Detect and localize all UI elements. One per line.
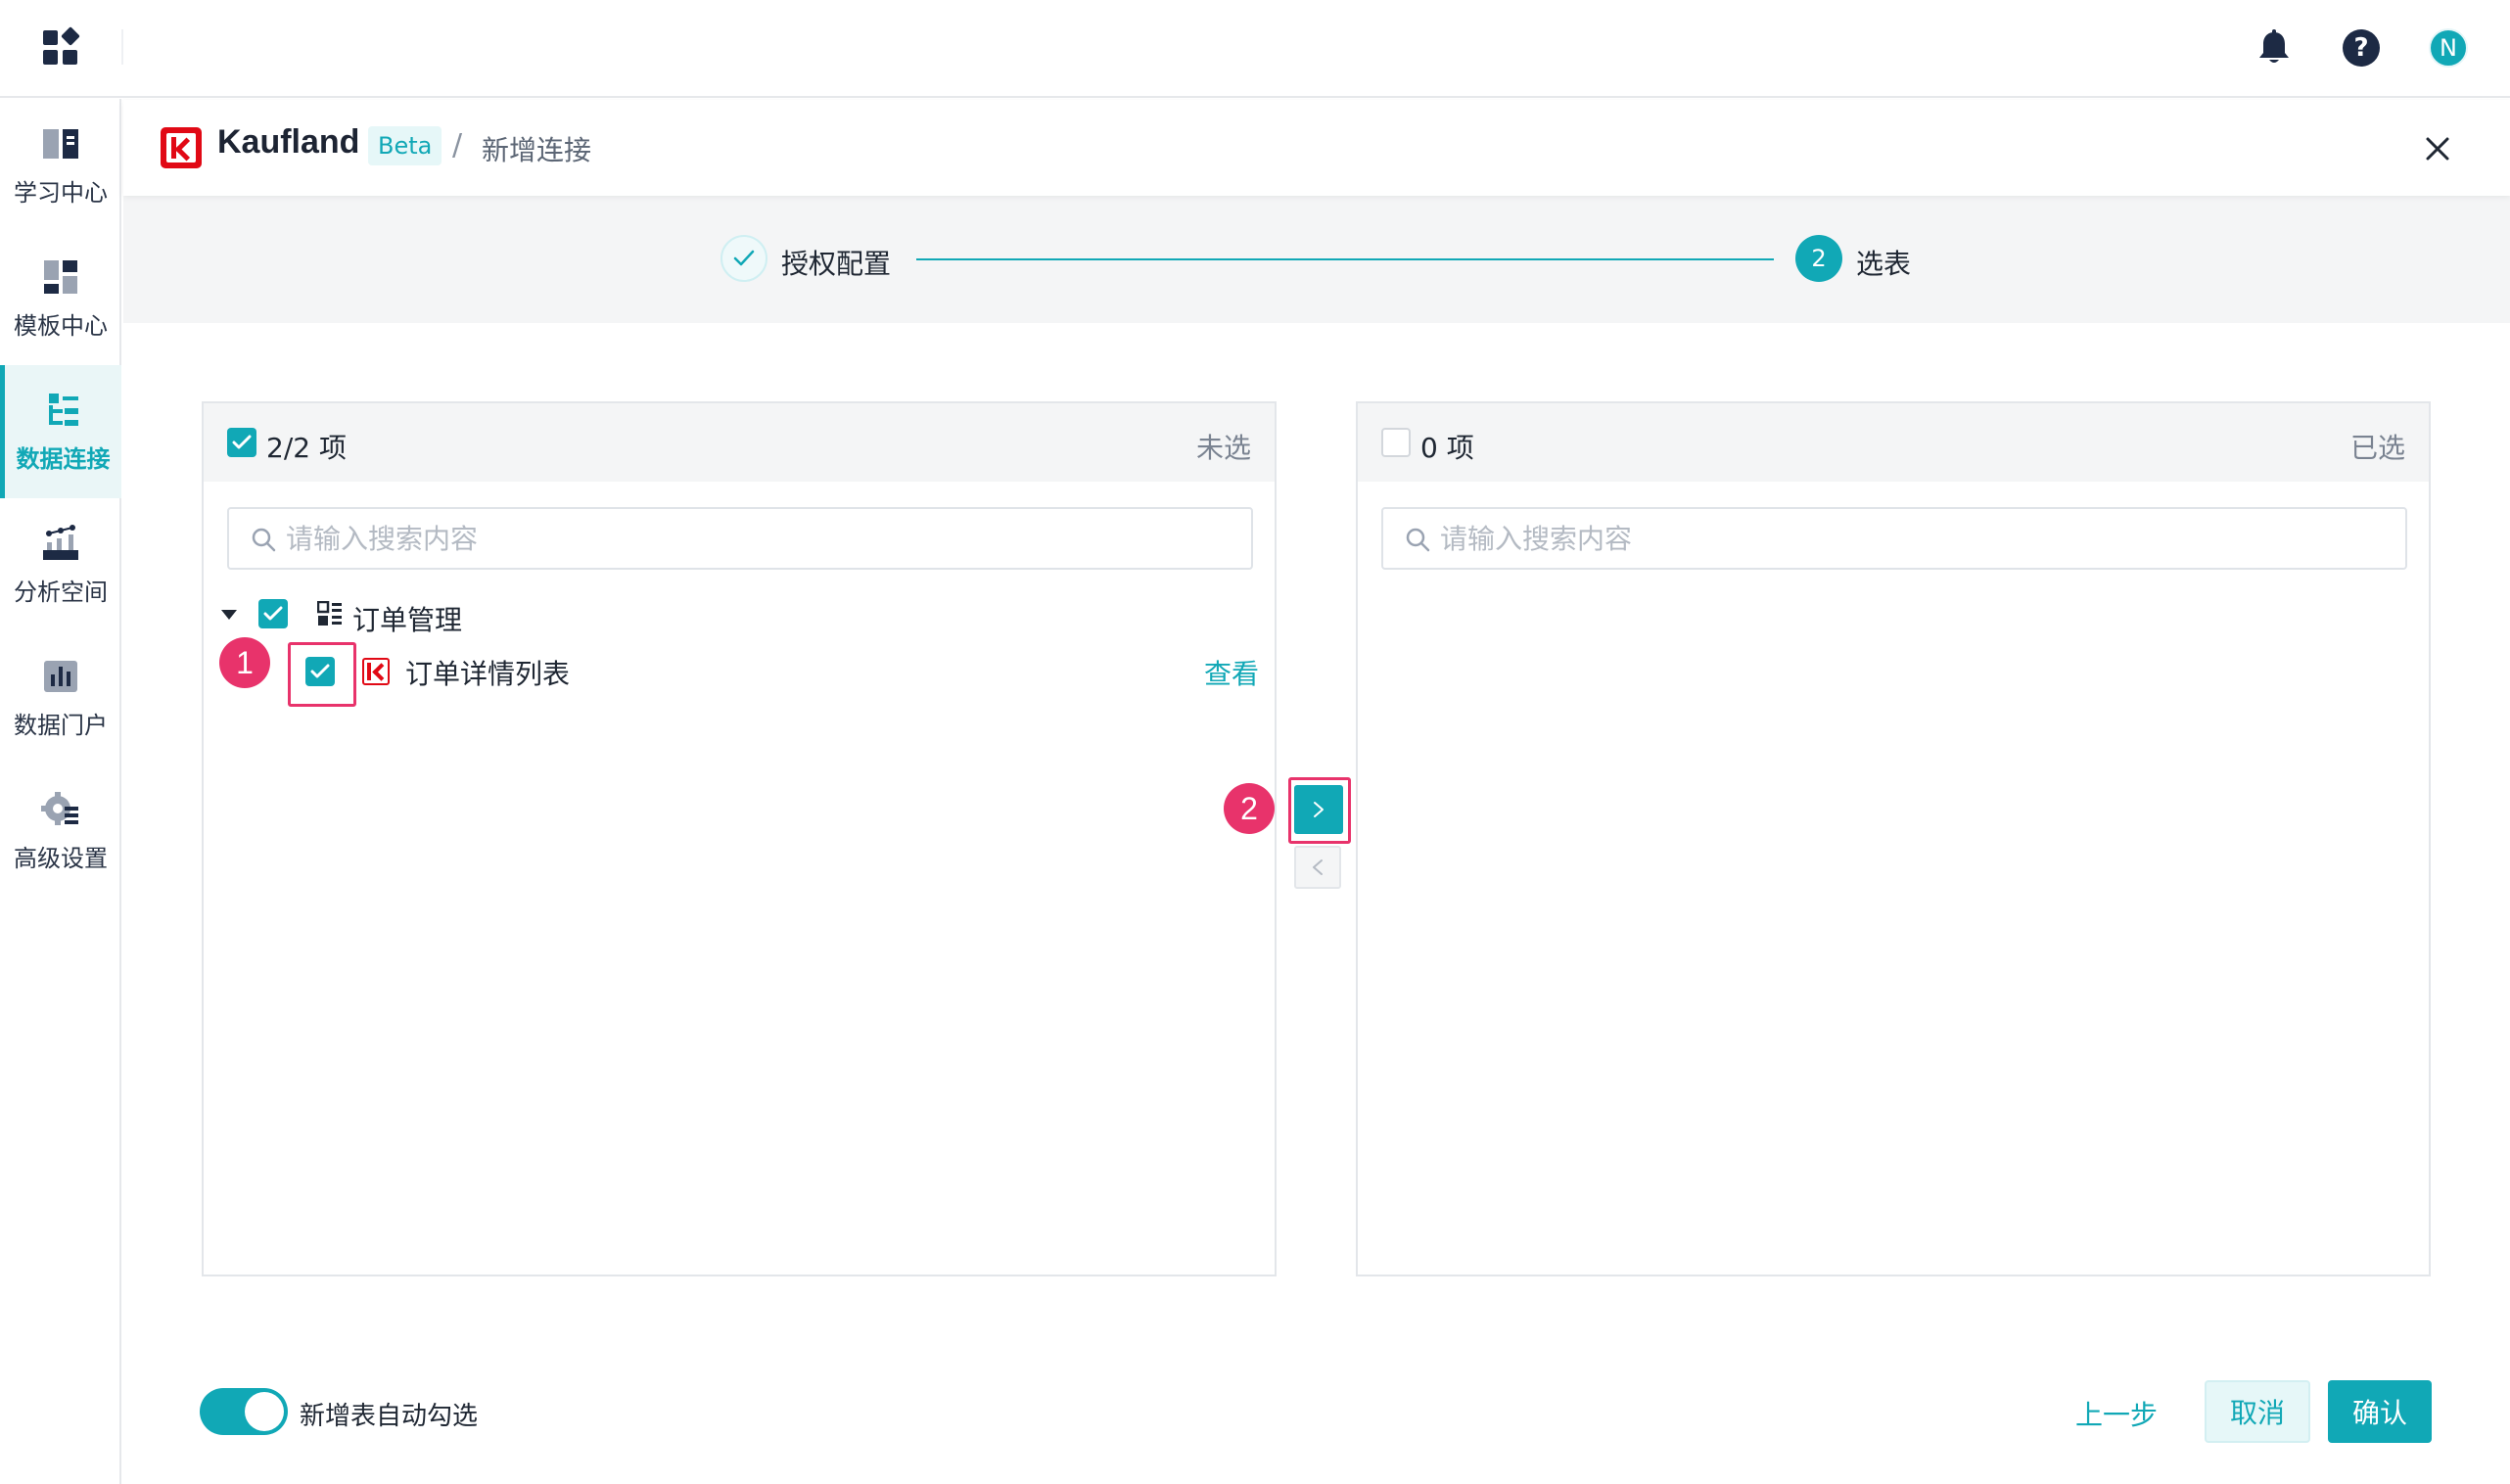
step-connector-line [916, 258, 1774, 260]
view-link[interactable]: 查看 [1204, 653, 1259, 692]
group-label[interactable]: 订单管理 [352, 599, 462, 638]
item-count: 0 项 [1420, 432, 1474, 464]
auto-select-toggle[interactable] [200, 1388, 288, 1435]
search-icon [252, 528, 276, 552]
bar-chart-icon [41, 657, 80, 696]
sidebar-item-advanced-settings[interactable]: 高级设置 [0, 765, 121, 898]
analysis-icon [41, 524, 80, 563]
step-indicator: 授权配置 2 选表 [123, 196, 2510, 323]
chevron-left-icon [1313, 859, 1323, 875]
annotation-marker-1: 1 [219, 637, 270, 688]
chevron-right-icon [1314, 802, 1324, 817]
step-1-label: 授权配置 [781, 248, 892, 280]
help-icon[interactable]: ? [2341, 27, 2382, 69]
source-list-panel: 2/2 项 未选 订单管理 订单详情列表 查看 [202, 401, 1277, 1276]
search-input[interactable] [1440, 517, 2380, 560]
bell-icon[interactable] [2254, 27, 2295, 69]
beta-badge: Beta [368, 126, 442, 165]
step-2-number: 2 [1795, 235, 1842, 282]
search-box [227, 507, 1253, 570]
page-header: Kaufland Beta / 新增连接 [123, 100, 2510, 196]
select-all-checkbox[interactable] [227, 428, 256, 457]
book-icon [41, 124, 80, 163]
sidebar-item-template-center[interactable]: 模板中心 [0, 232, 121, 365]
toggle-label: 新增表自动勾选 [300, 1402, 479, 1431]
panel-title: 未选 [1195, 432, 1251, 464]
template-icon [41, 257, 80, 297]
item-count: 2/2 项 [266, 432, 347, 464]
select-all-checkbox[interactable] [1381, 428, 1411, 457]
kaufland-logo-icon [161, 127, 202, 168]
avatar-letter: N [2429, 28, 2468, 68]
sidebar-item-learning-center[interactable]: 学习中心 [0, 99, 121, 232]
step-2-label: 选表 [1856, 248, 1912, 280]
panel-title: 已选 [2349, 432, 2405, 464]
top-bar: ? N [0, 0, 2510, 98]
panel-header: 2/2 项 未选 [204, 403, 1275, 482]
confirm-button[interactable]: 确认 [2328, 1380, 2432, 1443]
sidebar-item-data-portal[interactable]: 数据门户 [0, 631, 121, 765]
breadcrumb-separator: / [452, 128, 463, 162]
close-button[interactable] [2418, 129, 2457, 168]
kaufland-table-icon [362, 658, 390, 685]
brand-name: Kaufland [217, 123, 360, 161]
sidebar-nav: 学习中心 模板中心 数据连接 分析空间 数据门户 高级设置 [0, 99, 121, 1484]
target-list-panel: 0 项 已选 [1356, 401, 2431, 1276]
move-right-button[interactable] [1294, 785, 1343, 834]
search-icon [1406, 528, 1430, 552]
sidebar-item-analysis-space[interactable]: 分析空间 [0, 498, 121, 631]
user-avatar[interactable]: N [2428, 27, 2469, 69]
check-icon [720, 235, 767, 282]
previous-step-button[interactable]: 上一步 [2075, 1394, 2158, 1433]
table-item-label[interactable]: 订单详情列表 [405, 653, 570, 692]
toggle-knob [245, 1392, 284, 1431]
panel-header: 0 项 已选 [1358, 403, 2429, 482]
move-left-button[interactable] [1294, 846, 1341, 889]
sidebar-item-label: 高级设置 [14, 845, 108, 872]
data-connection-icon [44, 391, 83, 430]
group-checkbox[interactable] [258, 599, 288, 628]
annotation-marker-2: 2 [1224, 783, 1275, 834]
caret-down-icon[interactable] [221, 610, 237, 620]
sidebar-item-label: 模板中心 [14, 312, 108, 340]
apps-grid-icon[interactable] [43, 26, 80, 66]
table-item-checkbox[interactable] [305, 657, 335, 686]
search-box [1381, 507, 2407, 570]
close-icon [2426, 137, 2449, 161]
module-grid-icon [317, 601, 342, 626]
sidebar-item-label: 分析空间 [14, 579, 108, 606]
breadcrumb-current: 新增连接 [482, 134, 592, 166]
sidebar-item-label: 数据连接 [16, 445, 111, 473]
settings-gear-icon [41, 790, 80, 829]
search-input[interactable] [286, 517, 1226, 560]
sidebar-item-data-connection[interactable]: 数据连接 [0, 365, 121, 498]
topbar-divider [121, 29, 123, 65]
sidebar-item-label: 数据门户 [14, 712, 108, 739]
sidebar-item-label: 学习中心 [14, 179, 108, 207]
cancel-button[interactable]: 取消 [2205, 1380, 2310, 1443]
